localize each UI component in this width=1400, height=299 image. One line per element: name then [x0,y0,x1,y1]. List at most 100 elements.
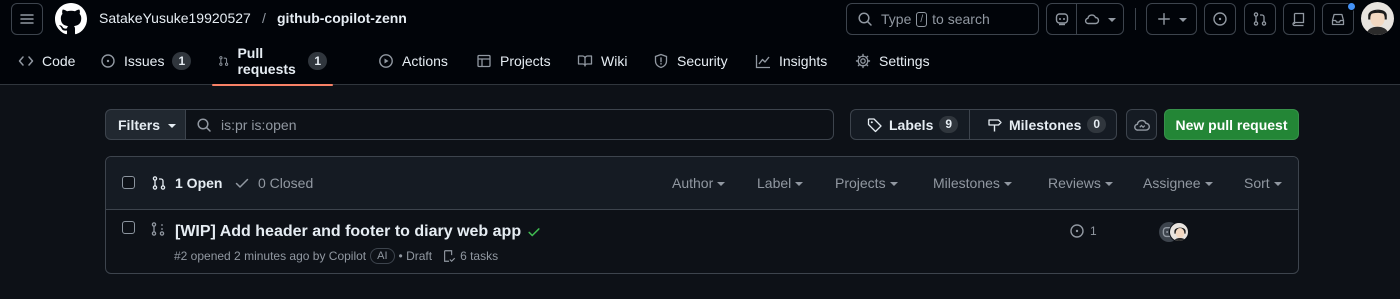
filters-label: Filters [118,116,161,133]
open-count-label: 1 Open [175,175,223,191]
assignee-filter-label: Assignee [1143,175,1201,191]
reviews-filter-label: Reviews [1048,175,1101,191]
sort-label: Sort [1244,175,1270,191]
tab-pull-requests-label: Pull requests [237,45,296,77]
plus-icon [1157,13,1170,25]
author-filter[interactable]: Author [672,175,726,191]
github-logo[interactable] [55,3,87,35]
pr-search-input[interactable]: is:pr is:open [185,109,834,140]
closed-filter-link[interactable]: 0 Closed [234,175,313,191]
new-pull-request-label: New pull request [1175,116,1288,133]
pr-title-link[interactable]: [WIP] Add header and footer to diary web… [175,223,541,241]
tab-issues[interactable]: Issues 1 [100,37,192,85]
linked-issues[interactable]: 1 [1069,223,1097,239]
book-icon [577,55,593,67]
labels-label: Labels [889,116,934,133]
tab-settings-label: Settings [879,53,930,69]
inbox-icon [1331,13,1345,26]
issue-opened-icon [1070,224,1084,238]
create-new-button[interactable] [1146,3,1197,35]
global-search[interactable]: Type / to search [846,3,1039,35]
tab-security[interactable]: Security [653,37,728,85]
tab-security-label: Security [677,53,728,69]
search-prefix: Type [881,11,912,27]
breadcrumb-repo[interactable]: github-copilot-zenn [277,10,407,26]
tab-actions[interactable]: Actions [378,37,448,85]
copilot-button[interactable] [1047,4,1077,34]
tab-insights[interactable]: Insights [755,37,827,85]
tasks-label[interactable]: 6 tasks [460,249,498,263]
user-assignee-avatar[interactable] [1169,222,1189,242]
tab-code[interactable]: Code [18,37,75,85]
chevron-down-icon [1273,182,1282,186]
copilot-agents-dropdown[interactable] [1077,4,1123,34]
github-mark-icon [55,3,87,35]
author-filter-label: Author [672,175,714,191]
milestones-button[interactable]: Milestones 0 [969,109,1117,140]
tab-wiki[interactable]: Wiki [577,37,627,85]
code-icon [18,56,34,66]
notification-dot [1347,2,1356,11]
header-divider [1135,8,1136,30]
tab-issues-label: Issues [124,53,165,69]
your-pull-requests-button[interactable] [1244,3,1276,35]
git-pull-request-icon [1253,12,1267,26]
check-icon [235,178,249,188]
filters-dropdown[interactable]: Filters [105,109,186,140]
reviews-filter[interactable]: Reviews [1048,175,1113,191]
chevron-down-icon [168,123,177,128]
search-placeholder: Type / to search [881,11,990,27]
new-pull-request-button[interactable]: New pull request [1164,109,1299,140]
play-icon [379,54,393,68]
checklist-icon [444,250,456,263]
list-header: 1 Open 0 Closed Author Label Projects Mi… [106,157,1298,210]
hamburger-icon [20,14,34,24]
issues-count-badge: 1 [172,52,192,70]
git-pull-request-icon [219,56,229,66]
your-issues-button[interactable] [1204,3,1236,35]
menu-button[interactable] [11,3,43,35]
chevron-down-icon [889,182,898,186]
tab-projects[interactable]: Projects [476,37,551,85]
row-checkbox[interactable] [122,221,135,234]
git-pull-request-icon [152,176,166,190]
milestones-label: Milestones [1009,116,1082,133]
repositories-button[interactable] [1283,3,1315,35]
tab-code-label: Code [42,53,76,69]
label-filter[interactable]: Label [757,175,804,191]
author-ai-badge: AI [370,248,395,264]
select-all-checkbox[interactable] [122,176,135,189]
issue-opened-icon [1213,12,1227,26]
projects-filter[interactable]: Projects [835,175,898,191]
chevron-down-icon [1178,18,1187,22]
assignee-filter[interactable]: Assignee [1143,175,1213,191]
gear-icon [855,53,871,69]
avatar-illustration [1173,227,1187,241]
milestones-filter[interactable]: Milestones [933,175,1012,191]
sort-dropdown[interactable]: Sort [1244,175,1282,191]
check-icon[interactable] [527,225,541,239]
avatar-illustration [1366,9,1389,35]
table-row[interactable]: [WIP] Add header and footer to diary web… [106,210,1298,273]
chevron-down-icon [1003,182,1012,186]
user-avatar[interactable] [1361,2,1394,35]
cloud-agent-icon [1133,119,1150,131]
pr-search-value: is:pr is:open [221,116,297,133]
pull-request-list: 1 Open 0 Closed Author Label Projects Mi… [105,156,1299,274]
chevron-down-icon [1108,18,1116,22]
pr-meta-text: #2 opened 2 minutes ago by Copilot [174,249,367,263]
copilot-agent-button[interactable] [1126,109,1157,140]
open-filter-link[interactable]: 1 Open [151,175,222,191]
cloud-agent-icon [1084,14,1100,25]
tab-projects-label: Projects [500,53,551,69]
pr-meta: #2 opened 2 minutes ago by Copilot AI • … [174,248,498,264]
tab-pull-requests[interactable]: Pull requests 1 [211,37,334,86]
tab-settings[interactable]: Settings [855,37,930,85]
search-shortcut-key: / [916,11,928,27]
app-header: SatakeYusuke19920527 / github-copilot-ze… [0,0,1400,86]
breadcrumb-owner[interactable]: SatakeYusuke19920527 [99,10,251,26]
chevron-down-icon [1204,182,1213,186]
tab-insights-label: Insights [779,53,828,69]
labels-button[interactable]: Labels 9 [850,109,970,140]
chevron-down-icon [1104,182,1113,186]
